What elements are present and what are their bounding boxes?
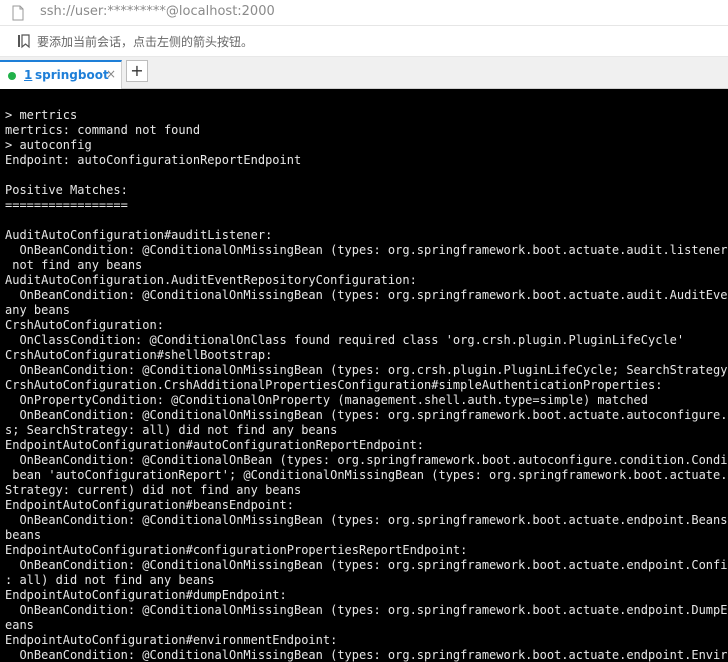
terminal-line: OnBeanCondition: @ConditionalOnBean (typ… — [19, 453, 728, 467]
session-url[interactable]: ssh://user:*********@localhost:2000 — [40, 4, 275, 19]
terminal-line: CrshAutoConfiguration.CrshAdditionalProp… — [5, 378, 663, 392]
terminal-line: OnBeanCondition: @ConditionalOnMissingBe… — [19, 648, 728, 662]
document-icon — [10, 5, 26, 21]
terminal-line: AuditAutoConfiguration.AuditEventReposit… — [5, 273, 417, 287]
terminal-line: Endpoint: autoConfigurationReportEndpoin… — [5, 153, 302, 167]
address-bar: ssh://user:*********@localhost:2000 — [0, 0, 728, 26]
terminal-line: EndpointAutoConfiguration#dumpEndpoint: — [5, 588, 287, 602]
terminal-line: ================= — [5, 198, 128, 212]
tab-index: 1 — [24, 68, 33, 82]
terminal-lines: > mertrics mertrics: command not found > a… — [5, 108, 728, 662]
bookmark-icon[interactable] — [16, 33, 32, 49]
terminal-line: beans — [5, 528, 42, 542]
terminal-line: s; SearchStrategy: all) did not find any… — [5, 423, 338, 437]
terminal-line: Strategy: current) did not find any bean… — [5, 483, 302, 497]
terminal-line: CrshAutoConfiguration#shellBootstrap: — [5, 348, 273, 362]
terminal-line: mertrics: command not found — [5, 123, 201, 137]
terminal-line: OnClassCondition: @ConditionalOnClass fo… — [5, 333, 685, 347]
hint-bar: 要添加当前会话，点击左侧的箭头按钮。 — [0, 26, 728, 57]
terminal-line: > autoconfig — [5, 138, 92, 152]
terminal-line: any beans — [5, 303, 71, 317]
terminal-line: OnBeanCondition: @ConditionalOnMissingBe… — [19, 603, 728, 617]
tab-springboot[interactable]: 1 springboot × — [0, 60, 122, 89]
terminal-line: OnBeanCondition: @ConditionalOnMissingBe… — [19, 513, 728, 527]
terminal-line: : all) did not find any beans — [5, 573, 215, 587]
terminal-line: EndpointAutoConfiguration#autoConfigurat… — [5, 438, 425, 452]
terminal-line: EndpointAutoConfiguration#environmentEnd… — [5, 633, 338, 647]
connected-status-icon — [8, 72, 16, 80]
terminal-line: > mertrics — [5, 108, 78, 122]
terminal-line: OnBeanCondition: @ConditionalOnMissingBe… — [19, 408, 728, 422]
close-icon[interactable]: × — [106, 67, 116, 81]
terminal-line: OnBeanCondition: @ConditionalOnMissingBe… — [19, 288, 728, 302]
terminal-line: AuditAutoConfiguration#auditListener: — [5, 228, 273, 242]
terminal-line: OnPropertyCondition: @ConditionalOnPrope… — [5, 393, 648, 407]
terminal-line: CrshAutoConfiguration: — [5, 318, 164, 332]
terminal-line: OnBeanCondition: @ConditionalOnMissingBe… — [19, 363, 728, 377]
terminal-line: Positive Matches: — [5, 183, 128, 197]
terminal-line: OnBeanCondition: @ConditionalOnMissingBe… — [19, 558, 728, 572]
terminal-line: EndpointAutoConfiguration#configurationP… — [5, 543, 468, 557]
tab-strip: 1 springboot × + — [0, 57, 728, 89]
terminal-line: bean 'autoConfigurationReport'; @Conditi… — [12, 468, 728, 482]
tab-label: springboot — [35, 68, 109, 82]
terminal-line: EndpointAutoConfiguration#beansEndpoint: — [5, 498, 294, 512]
terminal-line: OnBeanCondition: @ConditionalOnMissingBe… — [19, 243, 728, 257]
new-tab-button[interactable]: + — [126, 60, 148, 82]
terminal-output[interactable]: > mertrics mertrics: command not found > a… — [0, 89, 728, 662]
terminal-line: not find any beans — [5, 258, 143, 272]
terminal-line: eans — [5, 618, 34, 632]
hint-text: 要添加当前会话，点击左侧的箭头按钮。 — [37, 35, 254, 49]
